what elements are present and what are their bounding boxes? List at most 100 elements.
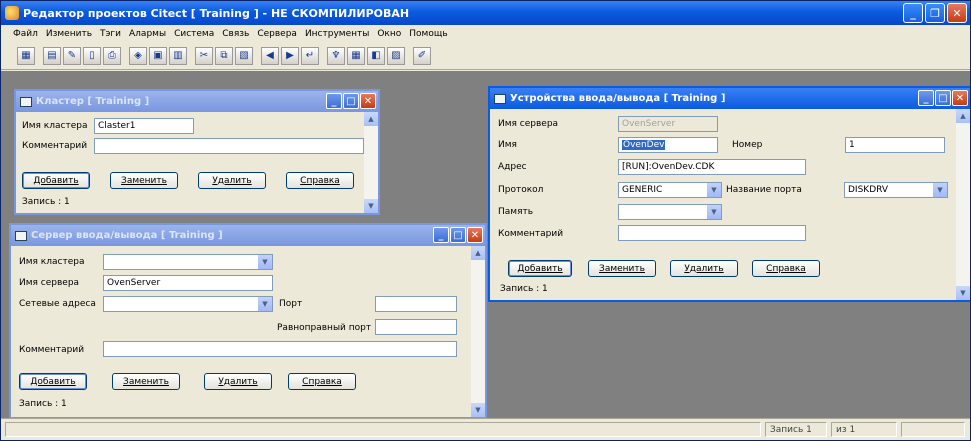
grid-icon[interactable]: ▦ [17, 46, 35, 65]
maximize-button[interactable]: ❐ [925, 3, 945, 23]
chevron-down-icon[interactable]: ▼ [932, 183, 947, 197]
minimize-button[interactable]: _ [918, 90, 934, 106]
chevron-down-icon[interactable]: ▼ [706, 205, 721, 219]
add-button[interactable]: Добавить [508, 260, 572, 277]
delete-button[interactable]: Удалить [198, 172, 266, 189]
comment-input[interactable] [618, 225, 806, 241]
scroll-down-icon[interactable]: ▼ [364, 199, 378, 213]
cluster-name-input[interactable]: Claster1 [94, 118, 194, 134]
paste-icon[interactable]: ▧ [235, 46, 253, 65]
citect-app-icon [5, 6, 19, 20]
device-name-input[interactable]: OvenDev [618, 137, 718, 153]
vertical-scrollbar[interactable]: ▲ ▼ [364, 112, 378, 213]
first-icon[interactable]: ◀ [261, 46, 279, 65]
port-name-combo[interactable]: DISKDRV ▼ [844, 182, 948, 198]
form-icon[interactable]: ▤ [43, 46, 61, 65]
address-input[interactable]: [RUN]:OvenDev.CDK [618, 159, 806, 175]
comment-input[interactable] [94, 138, 364, 154]
minimize-button[interactable]: _ [326, 93, 342, 109]
menu-communication[interactable]: Связь [222, 29, 249, 39]
app-titlebar[interactable]: Редактор проектов Citect [ Training ] - … [1, 1, 970, 25]
scroll-up-icon[interactable]: ▲ [471, 246, 485, 260]
help-button[interactable]: Справка [286, 172, 354, 189]
form-icon [15, 230, 27, 241]
scroll-down-icon[interactable]: ▼ [956, 286, 970, 300]
help-button[interactable]: Справка [752, 260, 820, 277]
maximize-button[interactable]: □ [343, 93, 359, 109]
settings-icon[interactable]: ✐ [413, 46, 431, 65]
menu-file[interactable]: Файл [13, 29, 38, 39]
ioserver-titlebar[interactable]: Сервер ввода/вывода [ Training ] _ □ ✕ [11, 225, 485, 246]
next-icon[interactable]: ▶ [281, 46, 299, 65]
replace-button[interactable]: Заменить [112, 373, 180, 390]
find-icon[interactable]: ♆ [327, 46, 345, 65]
iodevice-titlebar[interactable]: Устройства ввода/вывода [ Training ] _ □… [490, 88, 970, 109]
menu-window[interactable]: Окно [377, 29, 401, 39]
cut-icon[interactable]: ✂ [195, 46, 213, 65]
server-name-input[interactable]: OvenServer [103, 275, 273, 291]
net-address-label: Сетевые адреса [19, 299, 96, 309]
menu-edit[interactable]: Изменить [46, 29, 92, 39]
comment-label: Комментарий [22, 141, 88, 151]
address-label: Адрес [498, 162, 527, 172]
chevron-down-icon[interactable]: ▼ [706, 183, 721, 197]
page-icon[interactable]: ▯ [83, 46, 101, 65]
protocol-combo[interactable]: GENERIC ▼ [618, 182, 722, 198]
delete-button[interactable]: Удалить [670, 260, 738, 277]
cluster-title: Кластер [ Training ] [36, 96, 150, 107]
maximize-button[interactable]: □ [935, 90, 951, 106]
peer-port-input[interactable] [375, 319, 457, 335]
cluster-titlebar[interactable]: Кластер [ Training ] _ □ ✕ [16, 91, 378, 112]
minimize-button[interactable]: _ [433, 227, 449, 243]
maximize-button[interactable]: □ [450, 227, 466, 243]
net-address-combo[interactable]: ▼ [103, 296, 273, 312]
wizard-icon[interactable]: ◧ [367, 46, 385, 65]
menu-system[interactable]: Система [174, 29, 214, 39]
chevron-down-icon[interactable]: ▼ [257, 297, 272, 311]
close-button[interactable]: ✕ [947, 3, 967, 23]
scroll-down-icon[interactable]: ▼ [471, 403, 485, 417]
delete-button[interactable]: Удалить [204, 373, 272, 390]
cluster-name-label: Имя кластера [22, 121, 88, 131]
alarm-icon[interactable]: ▣ [149, 46, 167, 65]
cluster-name-combo[interactable]: ▼ [103, 254, 273, 270]
chevron-down-icon[interactable]: ▼ [257, 255, 272, 269]
minimize-icon: _ [910, 6, 916, 20]
port-input[interactable] [375, 296, 457, 312]
help-button[interactable]: Справка [288, 373, 356, 390]
menu-tags[interactable]: Тэги [100, 29, 121, 39]
menu-help[interactable]: Помощь [409, 29, 447, 39]
minimize-button[interactable]: _ [903, 3, 923, 23]
print-icon[interactable]: ⎙ [103, 46, 121, 65]
scroll-up-icon[interactable]: ▲ [364, 112, 378, 126]
copy-icon[interactable]: ⧉ [215, 46, 233, 65]
scroll-up-icon[interactable]: ▲ [956, 109, 970, 123]
vertical-scrollbar[interactable]: ▲ ▼ [471, 246, 485, 417]
io-icon[interactable]: ▥ [169, 46, 187, 65]
add-button[interactable]: Добавить [22, 172, 90, 189]
memory-combo[interactable]: ▼ [618, 204, 722, 220]
add-button[interactable]: Добавить [19, 373, 87, 390]
menu-alarms[interactable]: Алармы [129, 29, 166, 39]
record-counter: Запись : 1 [500, 284, 548, 294]
number-input[interactable]: 1 [845, 137, 945, 153]
menu-tools[interactable]: Инструменты [305, 29, 369, 39]
run-icon[interactable]: ↵ [301, 46, 319, 65]
close-button[interactable]: ✕ [467, 227, 483, 243]
replace-button[interactable]: Заменить [110, 172, 178, 189]
protocol-label: Протокол [498, 185, 544, 195]
vertical-scrollbar[interactable]: ▲ ▼ [956, 109, 970, 300]
comment-input[interactable] [103, 341, 457, 357]
compile-icon[interactable]: ▦ [347, 46, 365, 65]
replace-button[interactable]: Заменить [588, 260, 656, 277]
help-icon[interactable]: ▨ [387, 46, 405, 65]
tag-icon[interactable]: ◈ [129, 46, 147, 65]
menu-servers[interactable]: Сервера [257, 29, 297, 39]
status-message [5, 422, 761, 437]
pencil-icon[interactable]: ✎ [63, 46, 81, 65]
close-button[interactable]: ✕ [952, 90, 968, 106]
cluster-window: Кластер [ Training ] _ □ ✕ Имя кластера … [14, 89, 380, 215]
close-button[interactable]: ✕ [360, 93, 376, 109]
form-icon [20, 96, 32, 107]
record-counter: Запись : 1 [19, 399, 67, 409]
